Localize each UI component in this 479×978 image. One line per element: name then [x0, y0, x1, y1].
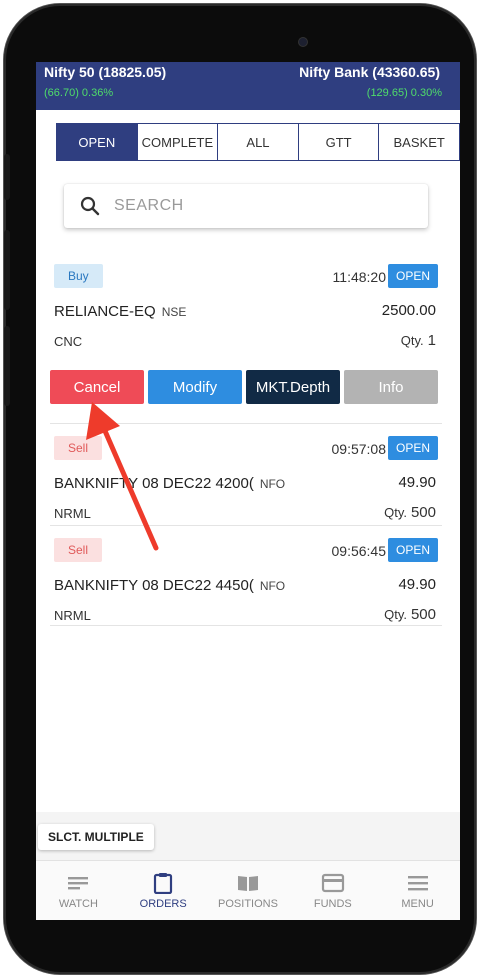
tab-gtt[interactable]: GTT [298, 124, 380, 160]
info-button[interactable]: Info [344, 370, 438, 404]
order-actions: Cancel Modify MKT.Depth Info [50, 370, 438, 404]
ticker-left-name: Nifty 50 (18825.05) [44, 64, 167, 80]
select-multiple-button[interactable]: SLCT. MULTIPLE [38, 824, 154, 850]
list-icon [68, 876, 89, 889]
side-badge: Buy [54, 264, 103, 288]
camera-icon [298, 37, 308, 47]
divider [50, 423, 442, 424]
clipboard-icon [154, 872, 173, 894]
modify-button[interactable]: Modify [148, 370, 242, 404]
nav-label: WATCH [58, 897, 98, 910]
nav-funds[interactable]: FUNDS [290, 861, 375, 920]
search-placeholder: SEARCH [114, 197, 184, 214]
divider [50, 625, 442, 626]
app-screen: Nifty 50 (18825.05) (66.70) 0.36% Nifty … [36, 62, 460, 920]
qty-value: 500 [410, 606, 436, 623]
order-row[interactable]: Buy 11:48:20 OPEN RELIANCE-EQ NSE 2500.00… [50, 262, 442, 362]
nav-positions[interactable]: POSITIONS [206, 861, 291, 920]
nav-watch[interactable]: WATCH [36, 861, 121, 920]
status-badge: OPEN [387, 538, 438, 562]
bottom-navigation: WATCH ORDERS POSITIONS FUNDS MENU [36, 860, 460, 920]
order-row[interactable]: Sell 09:56:45 OPEN BANKNIFTY 08 DEC22 44… [50, 536, 442, 626]
order-symbol: BANKNIFTY 08 DEC22 4450( NFO [54, 577, 285, 594]
order-time: 11:48:20 [332, 269, 386, 285]
search-icon [80, 196, 100, 216]
menu-icon [407, 875, 428, 890]
side-button [4, 230, 10, 310]
status-badge: OPEN [387, 436, 438, 460]
exchange-text: NFO [259, 579, 286, 593]
divider [50, 525, 442, 526]
product-type: NRML [54, 608, 91, 623]
tab-complete[interactable]: COMPLETE [137, 124, 219, 160]
tab-all[interactable]: ALL [218, 124, 299, 160]
qty-label: Qty. [400, 333, 424, 348]
product-type: CNC [54, 334, 83, 349]
qty-label: Qty. [384, 505, 407, 520]
order-price: 2500.00 [381, 302, 436, 319]
side-button [4, 154, 10, 200]
side-badge: Sell [54, 436, 103, 460]
nav-label: FUNDS [313, 897, 352, 910]
order-symbol: BANKNIFTY 08 DEC22 4200( NFO [54, 475, 285, 492]
status-badge: OPEN [387, 264, 438, 288]
order-qty: Qty. 500 [384, 504, 436, 521]
ticker-right-change: (129.65) 0.30% [366, 87, 442, 99]
tab-open[interactable]: OPEN [57, 124, 138, 160]
order-tabs: OPEN COMPLETE ALL GTT BASKET [56, 123, 460, 161]
search-input[interactable]: SEARCH [64, 184, 428, 228]
order-row[interactable]: Sell 09:57:08 OPEN BANKNIFTY 08 DEC22 42… [50, 434, 442, 524]
tab-basket[interactable]: BASKET [379, 124, 459, 160]
side-button [4, 326, 10, 406]
nav-orders[interactable]: ORDERS [121, 861, 206, 920]
order-time: 09:57:08 [331, 441, 387, 457]
index-ticker: Nifty 50 (18825.05) (66.70) 0.36% Nifty … [36, 62, 460, 110]
market-depth-button[interactable]: MKT.Depth [246, 370, 340, 404]
symbol-text: BANKNIFTY 08 DEC22 4200( [54, 475, 254, 492]
nav-menu[interactable]: MENU [375, 861, 460, 920]
card-icon [321, 873, 344, 892]
ticker-right-name: Nifty Bank (43360.65) [299, 64, 440, 80]
side-badge: Sell [54, 538, 103, 562]
symbol-text: RELIANCE-EQ [54, 303, 156, 320]
book-icon [237, 875, 258, 891]
exchange-text: NSE [161, 305, 187, 319]
product-type: NRML [54, 506, 91, 521]
nav-label: POSITIONS [218, 897, 278, 910]
order-qty: Qty. 1 [401, 332, 436, 349]
order-qty: Qty. 500 [384, 606, 436, 623]
symbol-text: BANKNIFTY 08 DEC22 4450( [54, 577, 254, 594]
order-symbol: RELIANCE-EQ NSE [54, 303, 186, 320]
qty-value: 1 [427, 332, 436, 349]
nav-label: ORDERS [139, 897, 187, 910]
ticker-left-change: (66.70) 0.36% [44, 87, 114, 99]
order-price: 49.90 [398, 474, 436, 491]
exchange-text: NFO [259, 477, 286, 491]
qty-label: Qty. [384, 607, 407, 622]
order-price: 49.90 [398, 576, 436, 593]
qty-value: 500 [410, 504, 436, 521]
cancel-button[interactable]: Cancel [50, 370, 144, 404]
order-time: 09:56:45 [331, 543, 387, 559]
nav-label: MENU [401, 897, 434, 910]
